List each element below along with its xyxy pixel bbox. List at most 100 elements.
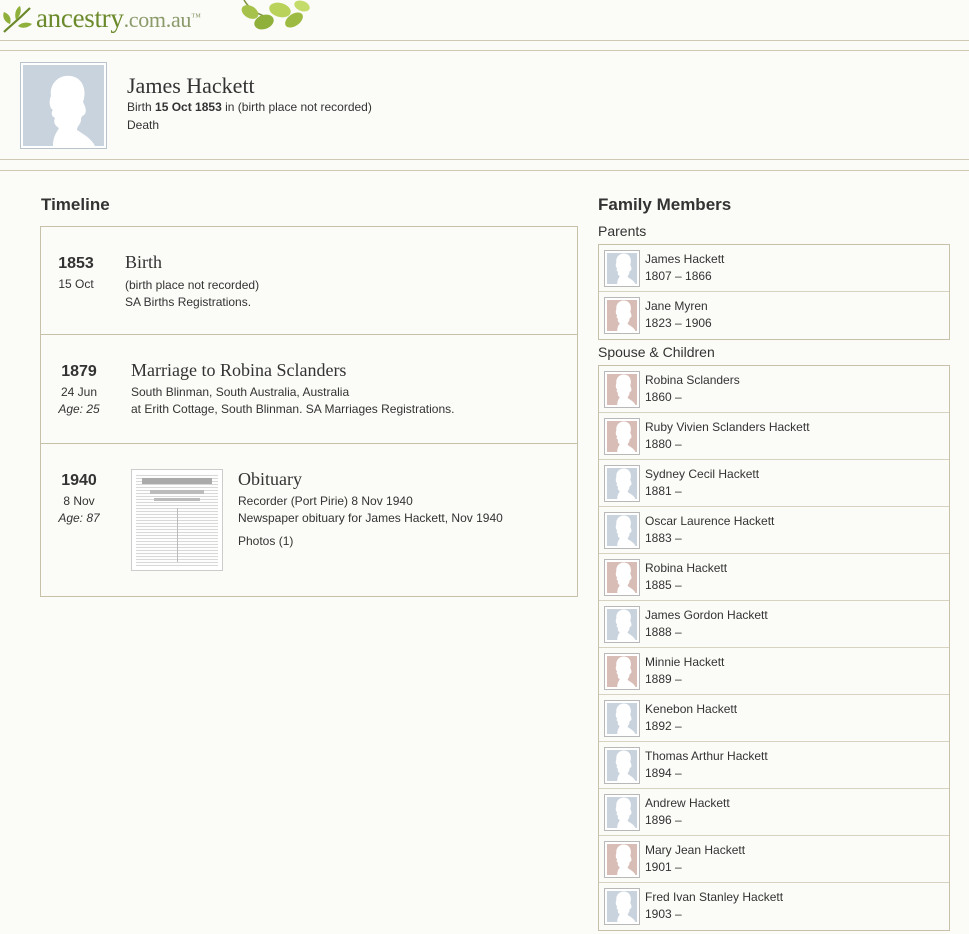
logo-domain-text: .com.au (123, 7, 192, 32)
event-detail-2: Newspaper obituary for James Hackett, No… (238, 511, 503, 525)
male-silhouette-icon (615, 797, 636, 828)
family-member-name[interactable]: Ruby Vivien Sclanders Hackett (645, 420, 810, 434)
family-member-row[interactable]: Kenebon Hackett 1892 – (599, 695, 949, 742)
male-silhouette-icon (49, 75, 95, 146)
family-member-avatar[interactable] (604, 465, 640, 502)
female-silhouette-icon (615, 844, 636, 875)
person-name: James Hackett (127, 73, 255, 98)
event-detail-2: SA Births Registrations. (125, 295, 252, 309)
family-member-avatar[interactable] (604, 794, 640, 831)
family-members-heading: Family Members (598, 195, 732, 214)
family-member-name[interactable]: Kenebon Hackett (645, 702, 737, 716)
family-member-row[interactable]: Jane Myren 1823 – 1906 (599, 292, 949, 339)
birth-date: 15 Oct 1853 (155, 100, 222, 114)
family-member-row[interactable]: Mary Jean Hackett 1901 – (599, 836, 949, 883)
family-member-name[interactable]: James Gordon Hackett (645, 608, 768, 622)
event-date: 8 Nov (63, 494, 95, 508)
male-silhouette-icon (615, 468, 636, 499)
spouse-children-label: Spouse & Children (598, 344, 715, 360)
event-year: 1879 (61, 363, 97, 380)
family-member-years: 1894 – (645, 766, 682, 780)
family-member-row[interactable]: Robina Hackett 1885 – (599, 554, 949, 601)
family-member-row[interactable]: Ruby Vivien Sclanders Hackett 1880 – (599, 413, 949, 460)
logo-main-text: ancestry (36, 3, 124, 33)
family-member-avatar[interactable] (604, 250, 640, 287)
timeline-event-obituary[interactable]: 1940 8 Nov Age: 87 Obituary Recorder (Po… (41, 444, 577, 596)
family-member-years: 1880 – (645, 437, 682, 451)
event-date: 24 Jun (60, 385, 98, 399)
family-member-years: 1807 – 1866 (645, 269, 712, 283)
birth-label: Birth (127, 100, 152, 114)
family-member-name[interactable]: Minnie Hackett (645, 655, 724, 669)
family-member-name[interactable]: Thomas Arthur Hackett (645, 749, 768, 763)
family-member-years: 1896 – (645, 813, 682, 827)
family-member-name[interactable]: Sydney Cecil Hackett (645, 467, 759, 481)
parents-list: James Hackett 1807 – 1866 Jane Myren 1823 –… (598, 244, 950, 340)
family-member-name[interactable]: Oscar Laurence Hackett (645, 514, 774, 528)
family-member-row[interactable]: Thomas Arthur Hackett 1894 – (599, 742, 949, 789)
newspaper-clipping-image (136, 474, 218, 566)
male-silhouette-icon (615, 515, 636, 546)
decorative-leaves-icon (241, 0, 310, 30)
event-detail-1: Recorder (Port Pirie) 8 Nov 1940 (238, 494, 413, 508)
family-member-avatar[interactable] (604, 418, 640, 455)
event-age: Age: 25 (58, 402, 100, 416)
family-member-avatar[interactable] (604, 841, 640, 878)
family-member-avatar[interactable] (604, 888, 640, 925)
birth-place: (birth place not recorded) (237, 100, 372, 114)
family-member-row[interactable]: James Hackett 1807 – 1866 (599, 245, 949, 292)
family-member-row[interactable]: Oscar Laurence Hackett 1883 – (599, 507, 949, 554)
family-member-name[interactable]: Mary Jean Hackett (645, 843, 745, 857)
female-silhouette-icon (615, 374, 636, 405)
event-date: 15 Oct (58, 277, 94, 291)
family-member-avatar[interactable] (604, 606, 640, 643)
family-member-name[interactable]: Jane Myren (645, 299, 708, 313)
event-year: 1940 (61, 472, 97, 489)
event-title[interactable]: Birth (125, 252, 162, 273)
family-member-name[interactable]: James Hackett (645, 252, 724, 266)
family-member-avatar[interactable] (604, 653, 640, 690)
header-divider-2 (0, 50, 969, 51)
event-year: 1853 (58, 255, 94, 272)
person-avatar[interactable] (20, 62, 107, 149)
person-birth-line: Birth 15 Oct 1853 in (birth place not re… (127, 100, 372, 114)
female-silhouette-icon (615, 562, 636, 593)
family-member-name[interactable]: Fred Ivan Stanley Hackett (645, 890, 783, 904)
family-member-name[interactable]: Robina Hackett (645, 561, 727, 575)
event-age: Age: 87 (58, 511, 100, 525)
family-member-years: 1888 – (645, 625, 682, 639)
family-member-avatar[interactable] (604, 297, 640, 334)
family-member-row[interactable]: James Gordon Hackett 1888 – (599, 601, 949, 648)
male-silhouette-icon (615, 703, 636, 734)
female-silhouette-icon (615, 421, 636, 452)
family-member-years: 1892 – (645, 719, 682, 733)
family-member-years: 1901 – (645, 860, 682, 874)
family-member-avatar[interactable] (604, 371, 640, 408)
photos-link[interactable]: Photos (1) (238, 534, 293, 548)
family-member-row[interactable]: Robina Sclanders 1860 – (599, 366, 949, 413)
ancestry-logo[interactable]: ancestry.com.au™ (0, 2, 201, 36)
family-member-row[interactable]: Andrew Hackett 1896 – (599, 789, 949, 836)
obituary-thumbnail[interactable] (131, 469, 223, 571)
timeline-event-marriage[interactable]: 1879 24 Jun Age: 25 Marriage to Robina S… (41, 335, 577, 444)
event-title[interactable]: Marriage to Robina Sclanders (131, 360, 346, 381)
spouse-children-list: Robina Sclanders 1860 – Ruby Vivien Scland… (598, 365, 950, 931)
family-member-name[interactable]: Robina Sclanders (645, 373, 740, 387)
logo-wordmark: ancestry.com.au™ (36, 1, 201, 37)
family-member-name[interactable]: Andrew Hackett (645, 796, 730, 810)
family-member-avatar[interactable] (604, 700, 640, 737)
family-member-years: 1885 – (645, 578, 682, 592)
person-death-line: Death (127, 118, 160, 132)
family-member-row[interactable]: Fred Ivan Stanley Hackett 1903 – (599, 883, 949, 930)
male-silhouette-icon (615, 750, 636, 781)
family-member-row[interactable]: Minnie Hackett 1889 – (599, 648, 949, 695)
family-member-row[interactable]: Sydney Cecil Hackett 1881 – (599, 460, 949, 507)
event-title[interactable]: Obituary (238, 469, 302, 490)
family-member-avatar[interactable] (604, 747, 640, 784)
family-member-avatar[interactable] (604, 512, 640, 549)
family-member-years: 1881 – (645, 484, 682, 498)
family-member-years: 1823 – 1906 (645, 316, 712, 330)
event-detail-1: South Blinman, South Australia, Australi… (131, 385, 350, 399)
timeline-event-birth[interactable]: 1853 15 Oct Birth (birth place not recor… (41, 227, 577, 335)
family-member-avatar[interactable] (604, 559, 640, 596)
